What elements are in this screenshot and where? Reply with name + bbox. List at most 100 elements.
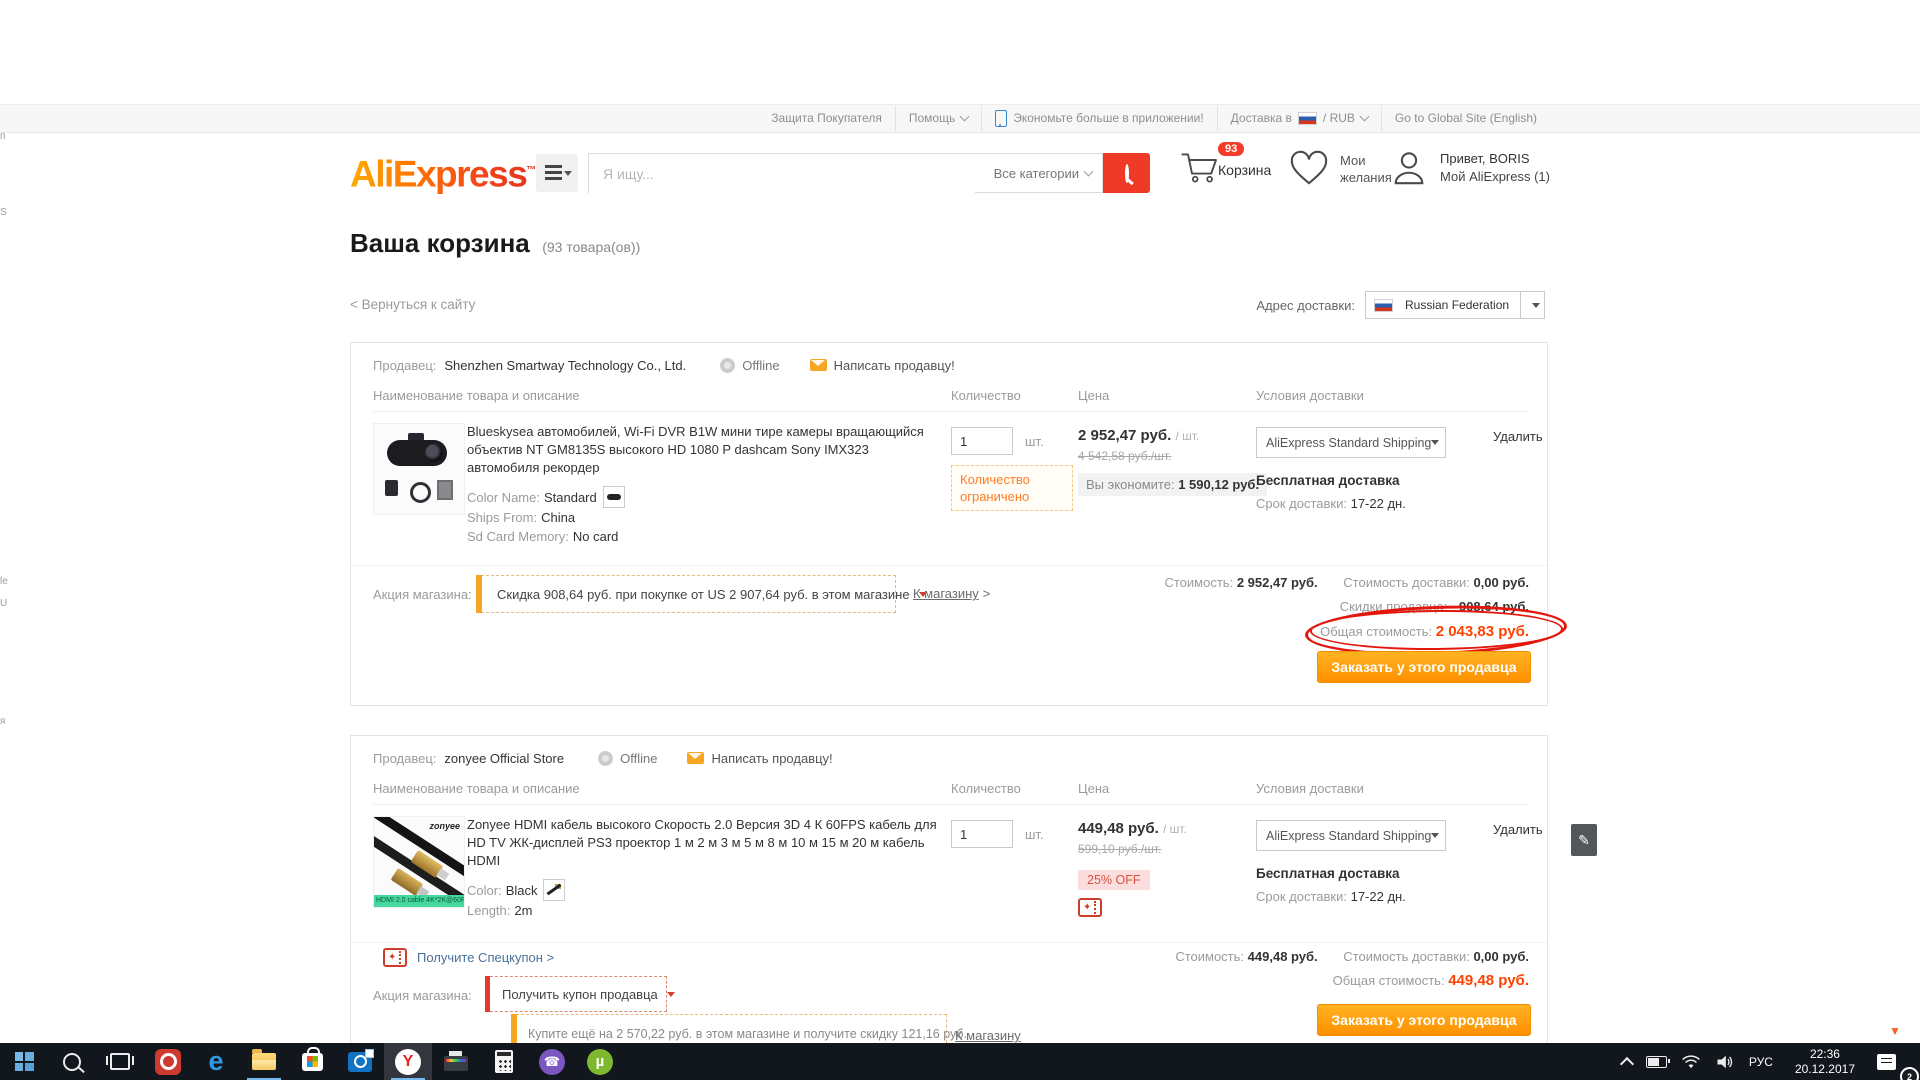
category-select[interactable]: Все категории — [994, 154, 1092, 192]
chevron-up-icon — [1620, 1056, 1634, 1070]
order-from-seller-button[interactable]: Заказать у этого продавца — [1317, 651, 1531, 683]
task-view-icon — [110, 1053, 130, 1070]
seller-name-link[interactable]: Shenzhen Smartway Technology Co., Ltd. — [444, 358, 686, 373]
language-indicator[interactable]: РУС — [1742, 1043, 1780, 1080]
delete-item-link[interactable]: Удалить — [1493, 429, 1543, 444]
coupon-icon — [383, 948, 407, 967]
categories-menu-button[interactable] — [536, 154, 578, 192]
buyer-protection-link[interactable]: Защита Покупателя — [758, 106, 895, 131]
task-view-button[interactable] — [96, 1043, 144, 1080]
chevron-down-icon — [1359, 112, 1369, 122]
battery-status[interactable] — [1639, 1043, 1674, 1080]
back-to-site-link[interactable]: < Вернуться к сайту — [350, 297, 475, 312]
total-line: Общая стоимость: 2 043,83 руб. — [1320, 623, 1529, 640]
chevron-down-icon — [1431, 440, 1439, 445]
taskbar-app-edge[interactable]: e — [192, 1043, 240, 1080]
start-button[interactable] — [0, 1043, 48, 1080]
windows-start-icon — [15, 1052, 34, 1071]
contact-seller-link[interactable]: Написать продавцу! — [834, 358, 955, 373]
tray-expand-button[interactable] — [1615, 1043, 1639, 1080]
site-header: AliExpress™ Все категории 93 Корзина Мои… — [350, 131, 1560, 215]
utorrent-icon: µ — [587, 1049, 613, 1075]
ship-currency-menu[interactable]: Доставка в/ RUB — [1217, 106, 1381, 131]
aliexpress-logo[interactable]: AliExpress™ — [350, 151, 536, 194]
taskbar-app-outlook[interactable] — [336, 1043, 384, 1080]
product-price: 2 952,47 руб. / шт. — [1078, 427, 1199, 444]
taskbar-app-yandex[interactable]: Y — [384, 1043, 432, 1080]
account-menu[interactable]: Привет, BORIS Мой AliExpress (1) — [1390, 149, 1560, 192]
clock[interactable]: 22:3620.12.2017 — [1780, 1043, 1870, 1080]
action-center-button[interactable]: 2 — [1870, 1043, 1910, 1080]
taskbar-app-scanner[interactable] — [432, 1043, 480, 1080]
wifi-icon — [1681, 1054, 1701, 1070]
search-button[interactable] — [1103, 153, 1150, 193]
shipping-method-select[interactable]: AliExpress Standard Shipping — [1256, 820, 1446, 851]
my-aliexpress-link[interactable]: Мой AliExpress (1) — [1440, 169, 1550, 184]
global-site-link[interactable]: Go to Global Site (English) — [1381, 106, 1550, 131]
discount-badge: 25% OFF — [1078, 870, 1150, 890]
order-from-seller-button[interactable]: Заказать у этого продавца — [1317, 1004, 1531, 1036]
product-attributes: Color:Black Length:2m — [467, 879, 939, 920]
cart-button[interactable]: 93 Корзина — [1180, 149, 1290, 192]
delete-item-link[interactable]: Удалить — [1493, 822, 1543, 837]
phone-icon — [995, 110, 1007, 127]
product-image[interactable]: zonyee HDMI 2.0 cable 4K*2K@60FPS 3D — [373, 816, 465, 908]
app-promo-link[interactable]: Экономьте больше в приложении! — [981, 106, 1216, 131]
network-status[interactable] — [1674, 1043, 1708, 1080]
address-label: Адрес доставки: — [1256, 298, 1355, 313]
savings-note: Вы экономите: 1 590,12 руб. — [1078, 473, 1267, 496]
edge-icon: e — [208, 1048, 223, 1075]
taskbar-app-explorer[interactable] — [240, 1043, 288, 1080]
chevron-down-icon — [667, 992, 675, 997]
cart-label: Корзина — [1218, 162, 1271, 178]
search-input[interactable] — [589, 154, 975, 194]
product-title-link[interactable]: Zonyee HDMI кабель высокого Скорость 2.0… — [467, 816, 939, 870]
product-image[interactable] — [373, 423, 465, 515]
delivery-time: Срок доставки: 17-22 дн. — [1256, 889, 1406, 904]
seller-coupon-select[interactable]: Получить купон продавца — [485, 976, 667, 1012]
go-to-store-link[interactable]: К магазину — [955, 1028, 1025, 1043]
seller-status: Offline — [742, 358, 779, 373]
calculator-icon — [495, 1050, 513, 1073]
offline-status-icon — [720, 358, 735, 373]
chevron-down-icon[interactable] — [1520, 292, 1544, 318]
volume-control[interactable] — [1708, 1043, 1742, 1080]
taskbar-app-utorrent[interactable]: µ — [576, 1043, 624, 1080]
items-count: (93 товара(ов)) — [542, 239, 640, 255]
shipping-address-select[interactable]: Russian Federation — [1365, 291, 1545, 319]
discount-line: Скидки продавца: - 908,64 руб. — [1340, 599, 1529, 614]
unit-label: шт. — [1025, 434, 1044, 449]
product-title-link[interactable]: Blueskysea автомобилей, Wi-Fi DVR B1W ми… — [467, 423, 939, 477]
seller-card-2: Продавец: zonyee Official Store Offline … — [350, 735, 1548, 1065]
scroll-down-arrow[interactable]: ▼ — [1889, 1024, 1901, 1038]
flag-russia-icon — [1374, 299, 1393, 312]
user-icon — [1390, 149, 1428, 187]
taskbar-app-viber[interactable]: ☎ — [528, 1043, 576, 1080]
free-shipping-label: Бесплатная доставка — [1256, 866, 1400, 881]
go-to-store-link[interactable]: К магазину> — [913, 586, 990, 601]
page-title: Ваша корзина (93 товара(ов)) — [350, 228, 640, 259]
edit-annotation-button[interactable]: ✎ — [1571, 824, 1597, 856]
heart-icon — [1288, 149, 1330, 187]
taskbar-search-button[interactable] — [48, 1043, 96, 1080]
quantity-input[interactable] — [951, 427, 1013, 455]
wishlist-button[interactable]: Моижелания — [1288, 149, 1398, 192]
coupon-icon[interactable] — [1078, 898, 1102, 917]
quantity-input[interactable] — [951, 820, 1013, 848]
product-banner: HDMI 2.0 cable 4K*2K@60FPS 3D — [374, 895, 464, 907]
windows-taskbar: e Y ☎ µ — [0, 1043, 1920, 1080]
shipping-method-select[interactable]: AliExpress Standard Shipping — [1256, 427, 1446, 458]
search-box: Все категории — [588, 153, 1103, 193]
store-promo-select[interactable]: Скидка 908,64 руб. при покупке от US 2 9… — [476, 575, 896, 613]
seller-label: Продавец: — [373, 751, 436, 766]
taskbar-app-store[interactable] — [288, 1043, 336, 1080]
help-menu[interactable]: Помощь — [895, 106, 981, 131]
get-coupon-link[interactable]: Получите Спецкупон > — [373, 948, 554, 967]
taskbar-app-red[interactable] — [144, 1043, 192, 1080]
quantity-limited-warning: Количествоограничено — [951, 465, 1073, 511]
seller-name-link[interactable]: zonyee Official Store — [444, 751, 564, 766]
chevron-down-icon — [1084, 166, 1094, 176]
taskbar-app-calculator[interactable] — [480, 1043, 528, 1080]
contact-seller-link[interactable]: Написать продавцу! — [711, 751, 832, 766]
store-promo-label: Акция магазина: — [373, 587, 472, 602]
